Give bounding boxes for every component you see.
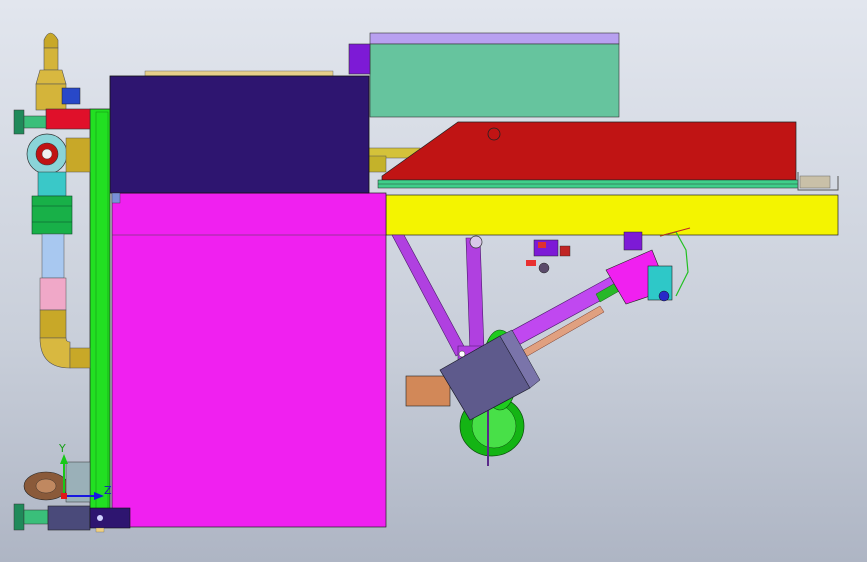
yellow-rail[interactable] [385, 194, 839, 236]
axis-z-label: Z [104, 484, 112, 497]
violet-stem[interactable] [348, 43, 371, 75]
tray-bracket[interactable] [797, 172, 839, 191]
cad-viewport[interactable]: Y Z [0, 0, 867, 562]
axis-y-label: Y [58, 442, 66, 455]
control-hood[interactable] [109, 70, 370, 204]
sensor-valve[interactable] [526, 239, 571, 274]
red-tray[interactable] [377, 121, 799, 189]
top-lid[interactable] [369, 32, 620, 45]
support-arms[interactable] [391, 234, 487, 361]
pump-motor[interactable] [605, 227, 691, 305]
side-frame[interactable] [89, 108, 111, 528]
cabinet-body[interactable] [111, 192, 387, 528]
teal-box[interactable] [369, 43, 620, 118]
flange-plate[interactable] [405, 375, 451, 407]
